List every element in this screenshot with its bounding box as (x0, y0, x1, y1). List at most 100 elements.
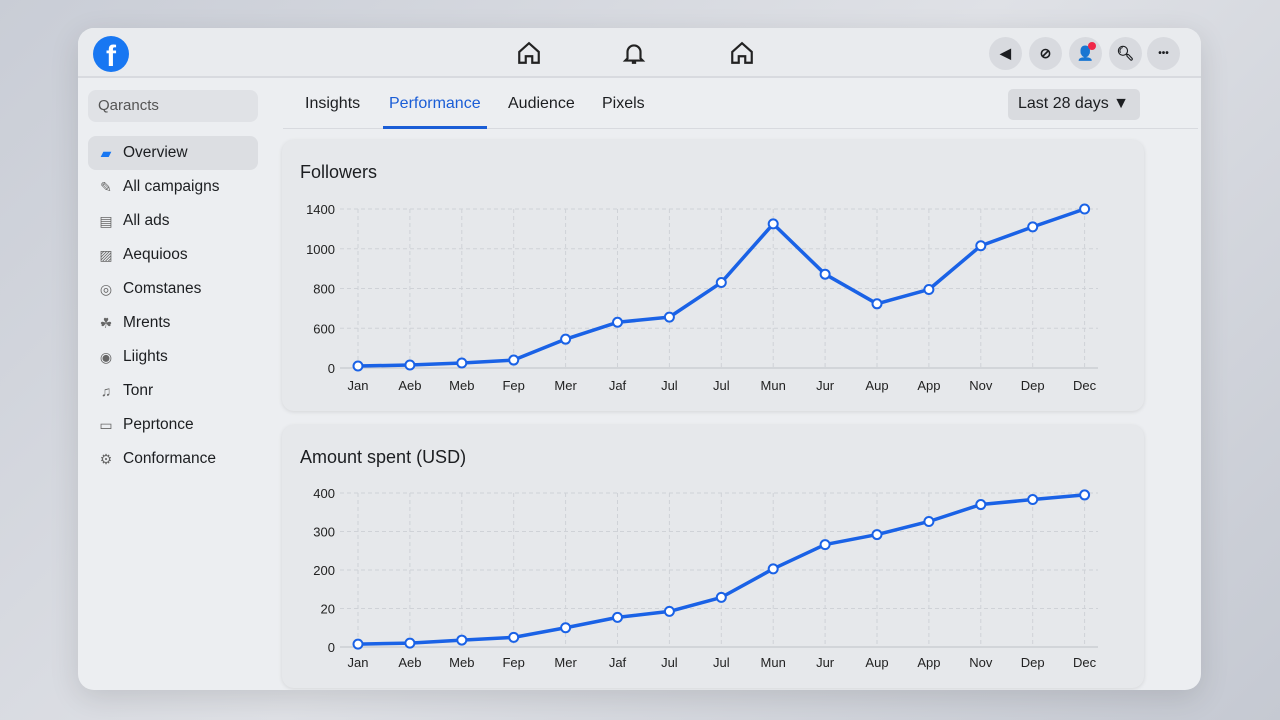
more-button[interactable]: ••• (1147, 37, 1180, 70)
bell-icon[interactable] (621, 40, 647, 66)
tab-performance[interactable]: Performance (383, 95, 487, 129)
sidebar-item-icon: ◎ (99, 280, 113, 297)
x-tick-label: Nov (969, 378, 993, 393)
top-bar: f ◀ ⊘ 👤 🔍︎ ••• (78, 28, 1201, 78)
sidebar-item-mrents[interactable]: ☘ Mrents (88, 306, 258, 340)
sidebar-item-comstanes[interactable]: ◎ Comstanes (88, 272, 258, 306)
x-tick-label: Dec (1073, 655, 1097, 670)
back-button[interactable]: ◀ (989, 37, 1022, 70)
data-point[interactable] (663, 605, 675, 617)
followers-chart: 0 600 800 1000 1400 Jan Aeb Meb Fep Mer Jaf Jul Jul M… (306, 202, 1098, 393)
x-tick-label: Dep (1021, 655, 1045, 670)
x-tick-label: Jan (348, 378, 369, 393)
data-point[interactable] (663, 311, 675, 323)
sidebar-item-icon: ✎ (100, 178, 112, 195)
data-point[interactable] (819, 268, 831, 280)
x-tick-label: Jur (816, 378, 835, 393)
data-point[interactable] (923, 515, 935, 527)
amount-spent-card: Amount spent (USD) 0 20 200 300 400 Jan Aeb Meb… (282, 425, 1144, 688)
messenger-button[interactable]: ⊘ (1029, 37, 1062, 70)
sidebar-item-icon: ▨ (99, 246, 113, 263)
data-point[interactable] (871, 298, 883, 310)
sidebar-item-aequioos[interactable]: ▨ Aequioos (88, 238, 258, 272)
data-point[interactable] (871, 529, 883, 541)
x-tick-label: Mer (554, 655, 577, 670)
data-point[interactable] (508, 631, 520, 643)
data-point[interactable] (404, 359, 416, 371)
sidebar-item-label: Comstanes (123, 280, 202, 297)
data-point[interactable] (819, 539, 831, 551)
data-point[interactable] (923, 283, 935, 295)
facebook-logo[interactable]: f (93, 36, 129, 72)
data-point[interactable] (508, 354, 520, 366)
data-point[interactable] (456, 634, 468, 646)
data-point[interactable] (1027, 221, 1039, 233)
x-tick-label: Meb (449, 655, 474, 670)
sidebar-item-label: Liights (123, 348, 168, 365)
data-point[interactable] (975, 499, 987, 511)
data-point[interactable] (560, 622, 572, 634)
y-tick-label: 0 (328, 640, 335, 655)
sidebar-item-all-ads[interactable]: ▤ All ads (88, 204, 258, 238)
data-point[interactable] (975, 240, 987, 252)
app-window: f ◀ ⊘ 👤 🔍︎ ••• Qarancts ▰ Overview ✎ All ca… (78, 28, 1201, 690)
home-icon[interactable] (729, 40, 755, 66)
sidebar-item-label: Peprtonce (123, 416, 194, 433)
sidebar-item-icon: ▰ (100, 144, 112, 161)
x-tick-label: Fep (502, 378, 524, 393)
data-point[interactable] (456, 357, 468, 369)
x-tick-label: Jaf (609, 378, 627, 393)
data-point[interactable] (767, 563, 779, 575)
x-tick-label: Dep (1021, 378, 1045, 393)
data-point[interactable] (767, 218, 779, 230)
data-point[interactable] (560, 333, 572, 345)
home-icon[interactable] (516, 40, 542, 66)
data-point[interactable] (612, 316, 623, 328)
data-point[interactable] (1027, 494, 1039, 506)
tab-audience[interactable]: Audience (502, 95, 581, 129)
data-point[interactable] (352, 638, 364, 650)
x-tick-label: Aup (865, 378, 888, 393)
y-tick-label: 600 (313, 321, 335, 336)
messenger-icon: ⊘ (1039, 45, 1052, 61)
data-point[interactable] (715, 591, 727, 603)
sidebar-item-overview[interactable]: ▰ Overview (88, 136, 258, 170)
x-tick-label: Aeb (398, 655, 421, 670)
y-tick-label: 20 (321, 602, 335, 617)
data-point[interactable] (715, 277, 727, 289)
y-tick-label: 1400 (306, 202, 335, 217)
tab-insights[interactable]: Insights (299, 95, 366, 129)
sidebar-item-icon: ◉ (99, 348, 113, 365)
data-point[interactable] (404, 637, 416, 649)
x-tick-label: Mun (761, 378, 786, 393)
data-point[interactable] (1079, 203, 1091, 215)
x-tick-label: Jur (816, 655, 835, 670)
data-point[interactable] (352, 360, 364, 372)
x-tick-label: Jaf (609, 655, 627, 670)
search-icon: 🔍︎ (1116, 45, 1135, 61)
sidebar-item-icon: ▭ (99, 416, 113, 433)
friends-button[interactable]: 👤 (1069, 37, 1102, 70)
sidebar-item-icon: ☘ (99, 314, 113, 331)
tab-pixels[interactable]: Pixels (596, 95, 651, 129)
x-tick-label: Jul (713, 655, 730, 670)
x-tick-label: Meb (449, 378, 474, 393)
sidebar-item-conformance[interactable]: ⚙ Conformance (88, 442, 258, 476)
search-button[interactable]: 🔍︎ (1109, 37, 1142, 70)
sidebar-item-label: Aequioos (123, 246, 188, 263)
sidebar-item-label: Overview (123, 144, 188, 161)
search-input[interactable]: Qarancts (88, 90, 258, 122)
sidebar-item-label: Tonr (123, 382, 154, 399)
sidebar-item-peprtonce[interactable]: ▭ Peprtonce (88, 408, 258, 442)
y-tick-label: 1000 (306, 242, 335, 257)
y-tick-label: 200 (313, 563, 335, 578)
x-tick-label: App (917, 655, 940, 670)
x-tick-label: Fep (502, 655, 524, 670)
data-point[interactable] (1079, 489, 1091, 501)
sidebar-item-all-campaigns[interactable]: ✎ All campaigns (88, 170, 258, 204)
sidebar-item-liights[interactable]: ◉ Liights (88, 340, 258, 374)
date-range-dropdown[interactable]: Last 28 days ▼ (1008, 89, 1140, 120)
data-point[interactable] (612, 611, 623, 623)
notification-dot (1088, 42, 1096, 50)
sidebar-item-tonr[interactable]: ♫ Tonr (88, 374, 258, 408)
